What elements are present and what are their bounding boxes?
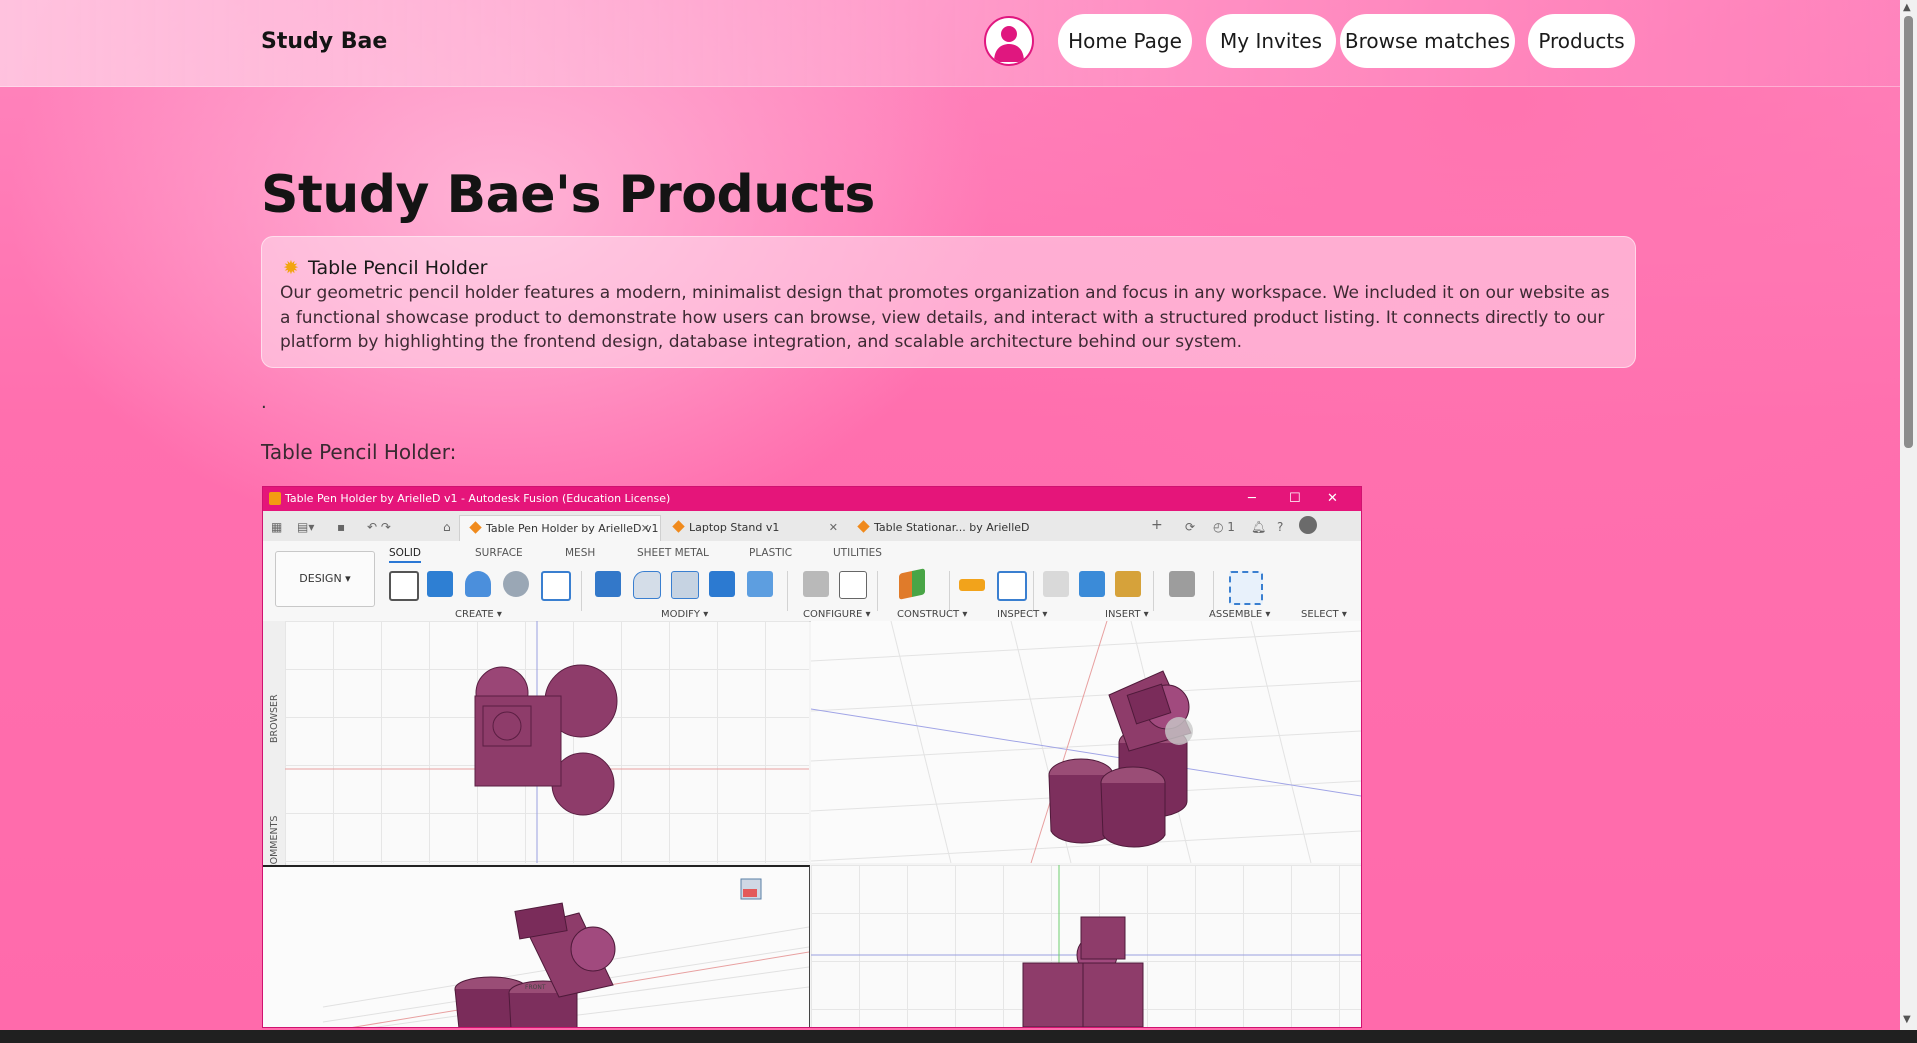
product-screenshot-image: Table Pen Holder by ArielleD v1 - Autode… bbox=[262, 486, 1362, 1028]
apps-grid-icon: ▦ bbox=[271, 520, 283, 534]
user-avatar-icon[interactable] bbox=[984, 16, 1034, 66]
group-inspect: INSPECT ▾ bbox=[997, 609, 1048, 620]
group-insert: INSERT ▾ bbox=[1105, 609, 1149, 620]
design-workspace-button: DESIGN ▾ bbox=[275, 551, 375, 607]
minimize-icon: ─ bbox=[1248, 491, 1256, 506]
group-create: CREATE ▾ bbox=[455, 609, 502, 620]
scroll-up-icon[interactable]: ▲ bbox=[1903, 2, 1911, 13]
combine-icon bbox=[709, 571, 735, 597]
viewport-perspective bbox=[811, 621, 1361, 863]
doc-tab-2: Laptop Stand v1 ✕ bbox=[663, 515, 848, 541]
fusion-doc-tabs: ▦ ▤▾ ▪ ↶ ↷ ⌂ Table Pen Holder by Arielle… bbox=[263, 511, 1361, 560]
page-scrollbar[interactable]: ▲ ▼ bbox=[1900, 0, 1917, 1030]
fillet-icon bbox=[633, 571, 661, 599]
separator-dot: . bbox=[261, 392, 267, 413]
nav-products[interactable]: Products bbox=[1528, 14, 1635, 68]
product-card: ✹ Table Pencil Holder Our geometric penci… bbox=[261, 236, 1636, 368]
fusion-ribbon: DESIGN ▾ SOLID SURFACE MESH SHEET METAL … bbox=[263, 541, 1361, 622]
profile-icon bbox=[1299, 516, 1317, 534]
fusion-window-title: Table Pen Holder by ArielleD v1 - Autode… bbox=[285, 492, 671, 505]
refresh-icon: ⟳ bbox=[1185, 520, 1196, 534]
ribbon-tab-sheet-metal: SHEET METAL bbox=[637, 547, 709, 559]
ribbon-tab-utilities: UTILITIES bbox=[833, 547, 882, 559]
group-select: SELECT ▾ bbox=[1301, 609, 1347, 620]
nav-browse-matches[interactable]: Browse matches bbox=[1340, 14, 1515, 68]
file-menu-icon: ▤▾ bbox=[297, 520, 315, 534]
scroll-thumb[interactable] bbox=[1904, 16, 1913, 448]
construct-plane-icon bbox=[899, 568, 925, 600]
notification-bell-icon: 🔔︎ bbox=[1251, 520, 1267, 534]
group-construct: CONSTRUCT ▾ bbox=[897, 609, 968, 620]
maximize-icon: ☐ bbox=[1289, 491, 1301, 506]
fusion-titlebar: Table Pen Holder by ArielleD v1 - Autode… bbox=[263, 487, 1361, 511]
measure-icon bbox=[959, 579, 985, 591]
page-title: Study Bae's Products bbox=[261, 165, 875, 225]
table-icon bbox=[839, 571, 867, 599]
nav-my-invites[interactable]: My Invites bbox=[1206, 14, 1336, 68]
assemble-joint-icon bbox=[1169, 571, 1195, 597]
new-tab-icon: + bbox=[1151, 517, 1163, 533]
viewport-right bbox=[811, 865, 1361, 1027]
select-icon bbox=[1229, 571, 1263, 605]
home-icon: ⌂ bbox=[443, 520, 451, 534]
close-icon: ✕ bbox=[1327, 491, 1338, 506]
ribbon-tab-surface: SURFACE bbox=[475, 547, 523, 559]
doc-tab-3: Table Stationar... by ArielleD v1✕ bbox=[848, 515, 1038, 560]
image-label: Table Pencil Holder: bbox=[261, 440, 457, 464]
shell-icon bbox=[747, 571, 773, 597]
press-pull-icon bbox=[595, 571, 621, 597]
ribbon-tab-plastic: PLASTIC bbox=[749, 547, 793, 559]
comments-panel-label: COMMENTS bbox=[269, 815, 280, 871]
undo-icon: ↶ ↷ bbox=[367, 520, 391, 534]
product-name: Table Pencil Holder bbox=[308, 257, 488, 279]
insert-image-icon bbox=[1079, 571, 1105, 597]
top-nav: Study Bae Home Page My Invites Browse ma… bbox=[0, 0, 1900, 87]
ribbon-tab-solid: SOLID bbox=[389, 547, 421, 563]
product-card-header: ✹ Table Pencil Holder bbox=[280, 257, 487, 279]
jobs-icon: ◴ 1 bbox=[1213, 520, 1235, 534]
brand-logo-text[interactable]: Study Bae bbox=[261, 29, 387, 54]
group-modify: MODIFY ▾ bbox=[661, 609, 709, 620]
chamfer-icon bbox=[671, 571, 699, 599]
save-icon: ▪ bbox=[337, 520, 346, 534]
ribbon-tab-mesh: MESH bbox=[565, 547, 596, 559]
revolve-icon bbox=[465, 571, 491, 597]
insert-mesh-icon bbox=[1115, 571, 1141, 597]
viewport-top bbox=[285, 621, 809, 863]
create-sketch-icon bbox=[389, 571, 419, 601]
sun-icon: ✹ bbox=[283, 257, 299, 279]
doc-tab-1: Table Pen Holder by ArielleD v1 ✕ bbox=[459, 515, 661, 542]
fusion-logo-icon bbox=[269, 492, 281, 505]
insert-derive-icon bbox=[1043, 571, 1069, 597]
browser-panel-label: BROWSER bbox=[269, 694, 280, 743]
group-configure: CONFIGURE ▾ bbox=[803, 609, 871, 620]
viewport-front: FRONT bbox=[263, 865, 810, 1027]
group-assemble: ASSEMBLE ▾ bbox=[1209, 609, 1271, 620]
hole-icon bbox=[503, 571, 529, 597]
nav-home-page[interactable]: Home Page bbox=[1058, 14, 1192, 68]
help-icon: ? bbox=[1277, 520, 1284, 534]
extrude-icon bbox=[427, 571, 453, 597]
pattern-icon bbox=[541, 571, 571, 601]
viewcube-front-label: FRONT bbox=[525, 984, 546, 991]
product-description: Our geometric pencil holder features a m… bbox=[280, 283, 1610, 352]
configure-icon bbox=[803, 571, 829, 597]
os-taskbar bbox=[0, 1030, 1917, 1043]
section-analysis-icon bbox=[997, 571, 1027, 601]
scroll-down-icon[interactable]: ▼ bbox=[1903, 1014, 1911, 1025]
